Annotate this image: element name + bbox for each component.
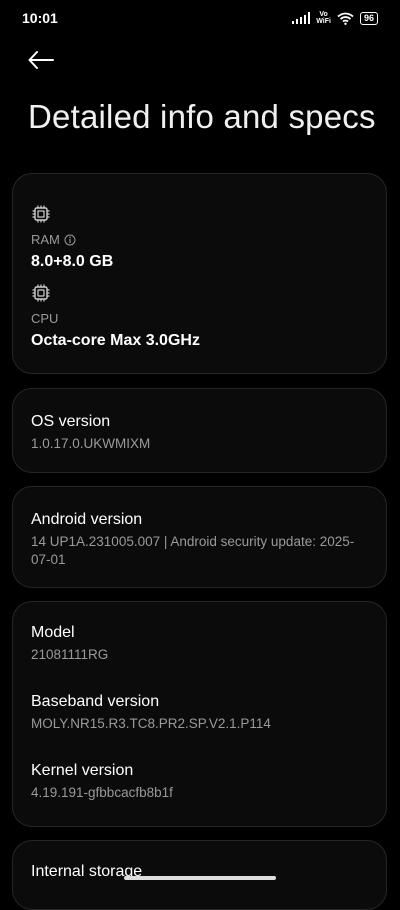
battery-icon: 96 — [359, 11, 378, 25]
arrow-left-icon — [28, 51, 54, 69]
kernel-title: Kernel version — [31, 762, 134, 779]
os-version-title: OS version — [31, 413, 111, 430]
ram-label-row: RAM — [31, 232, 368, 247]
model-value: 21081111RG — [31, 647, 109, 662]
page-title: Detailed info and specs — [28, 98, 376, 135]
ram-label: RAM — [31, 232, 60, 247]
memory-chip-icon — [32, 205, 50, 223]
android-version-value: 14 UP1A.231005.007 | Android security up… — [31, 534, 355, 567]
baseband-value: MOLY.NR15.R3.TC8.PR2.SP.V2.1.P114 — [31, 716, 271, 731]
ram-value: 8.0+8.0 GB — [31, 253, 114, 270]
android-version-title: Android version — [31, 511, 143, 528]
model-title: Model — [31, 624, 75, 641]
baseband-title: Baseband version — [31, 693, 160, 710]
android-version-card[interactable]: Android version 14 UP1A.231005.007 | And… — [12, 486, 387, 588]
os-version-value: 1.0.17.0.UKWMIXM — [31, 436, 151, 451]
battery-level: 96 — [363, 13, 374, 23]
info-icon[interactable] — [64, 234, 76, 246]
status-time: 10:01 — [22, 10, 58, 26]
cpu-label: CPU — [31, 311, 59, 326]
status-icons: Vo WiFi 96 — [292, 11, 378, 25]
vowifi-bottom-label: WiFi — [316, 18, 331, 25]
cpu-chip-icon — [32, 284, 50, 302]
vowifi-top-label: Vo — [319, 11, 328, 18]
wifi-icon — [337, 12, 354, 25]
back-button[interactable] — [26, 46, 56, 74]
baseband-item[interactable]: Baseband version MOLY.NR15.R3.TC8.PR2.SP… — [31, 693, 368, 733]
device-info-card: Model 21081111RG Baseband version MOLY.N… — [12, 601, 387, 827]
model-item[interactable]: Model 21081111RG — [31, 624, 368, 664]
home-indicator[interactable] — [124, 876, 276, 880]
os-version-card[interactable]: OS version 1.0.17.0.UKWMIXM — [12, 388, 387, 473]
signal-icon — [292, 12, 311, 24]
kernel-item[interactable]: Kernel version 4.19.191-gfbbcacfb8b1f — [31, 762, 368, 802]
cpu-value: Octa-core Max 3.0GHz — [31, 332, 200, 349]
hardware-card: RAM 8.0+8.0 GB CPU Octa-core Max 3.0GHz — [12, 173, 387, 374]
status-bar: 10:01 Vo WiFi 96 — [0, 0, 400, 36]
vowifi-icon: Vo WiFi — [316, 11, 331, 25]
storage-card[interactable]: Internal storage — [12, 840, 387, 910]
kernel-value: 4.19.191-gfbbcacfb8b1f — [31, 785, 173, 800]
